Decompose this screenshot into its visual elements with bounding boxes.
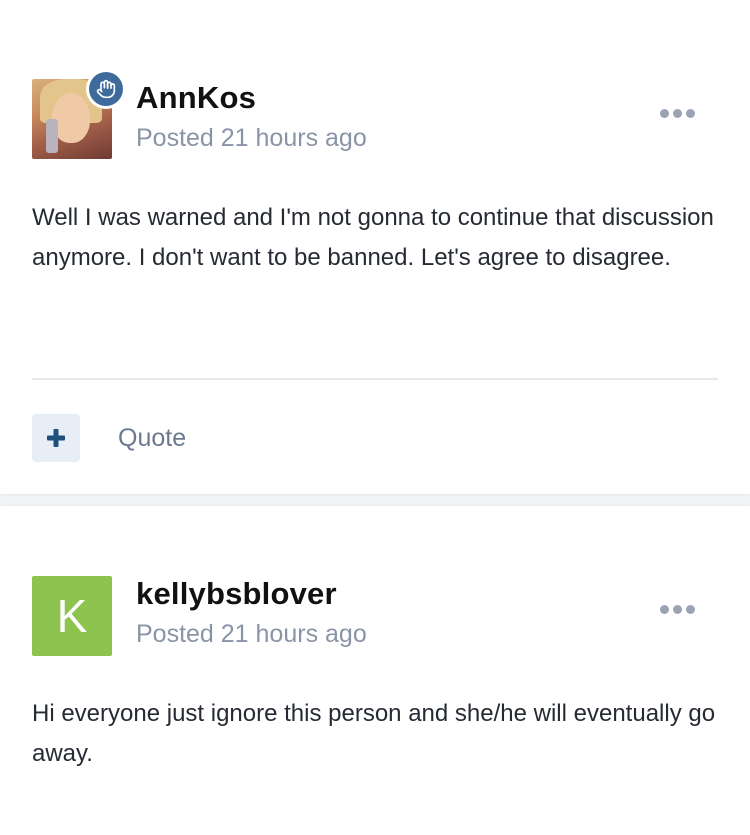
dot (660, 604, 669, 614)
post-timestamp[interactable]: Posted 21 hours ago (136, 124, 367, 153)
dot (660, 108, 669, 118)
dot (673, 604, 682, 614)
dot (686, 108, 695, 118)
post-card (0, 506, 750, 835)
username[interactable]: AnnKos (136, 80, 256, 116)
more-options-icon[interactable] (660, 602, 696, 616)
post-body: Well I was warned and I'm not gonna to c… (32, 204, 714, 271)
avatar-phone (46, 119, 58, 153)
post-body: Hi everyone just ignore this person and … (32, 700, 716, 767)
quote-button[interactable]: Quote (118, 424, 186, 453)
plus-icon (47, 429, 65, 447)
username[interactable]: kellybsblover (136, 576, 337, 612)
hand-icon (89, 72, 123, 106)
add-reaction-button[interactable] (32, 414, 80, 462)
more-options-icon[interactable] (660, 106, 696, 120)
dot (686, 604, 695, 614)
divider (32, 378, 718, 380)
user-avatar[interactable]: K (32, 576, 112, 656)
post-timestamp[interactable]: Posted 21 hours ago (136, 620, 367, 649)
moderator-badge (86, 69, 126, 109)
dot (673, 108, 682, 118)
post-card: AnnKos Posted 21 hours ago Well I was wa… (0, 0, 750, 494)
